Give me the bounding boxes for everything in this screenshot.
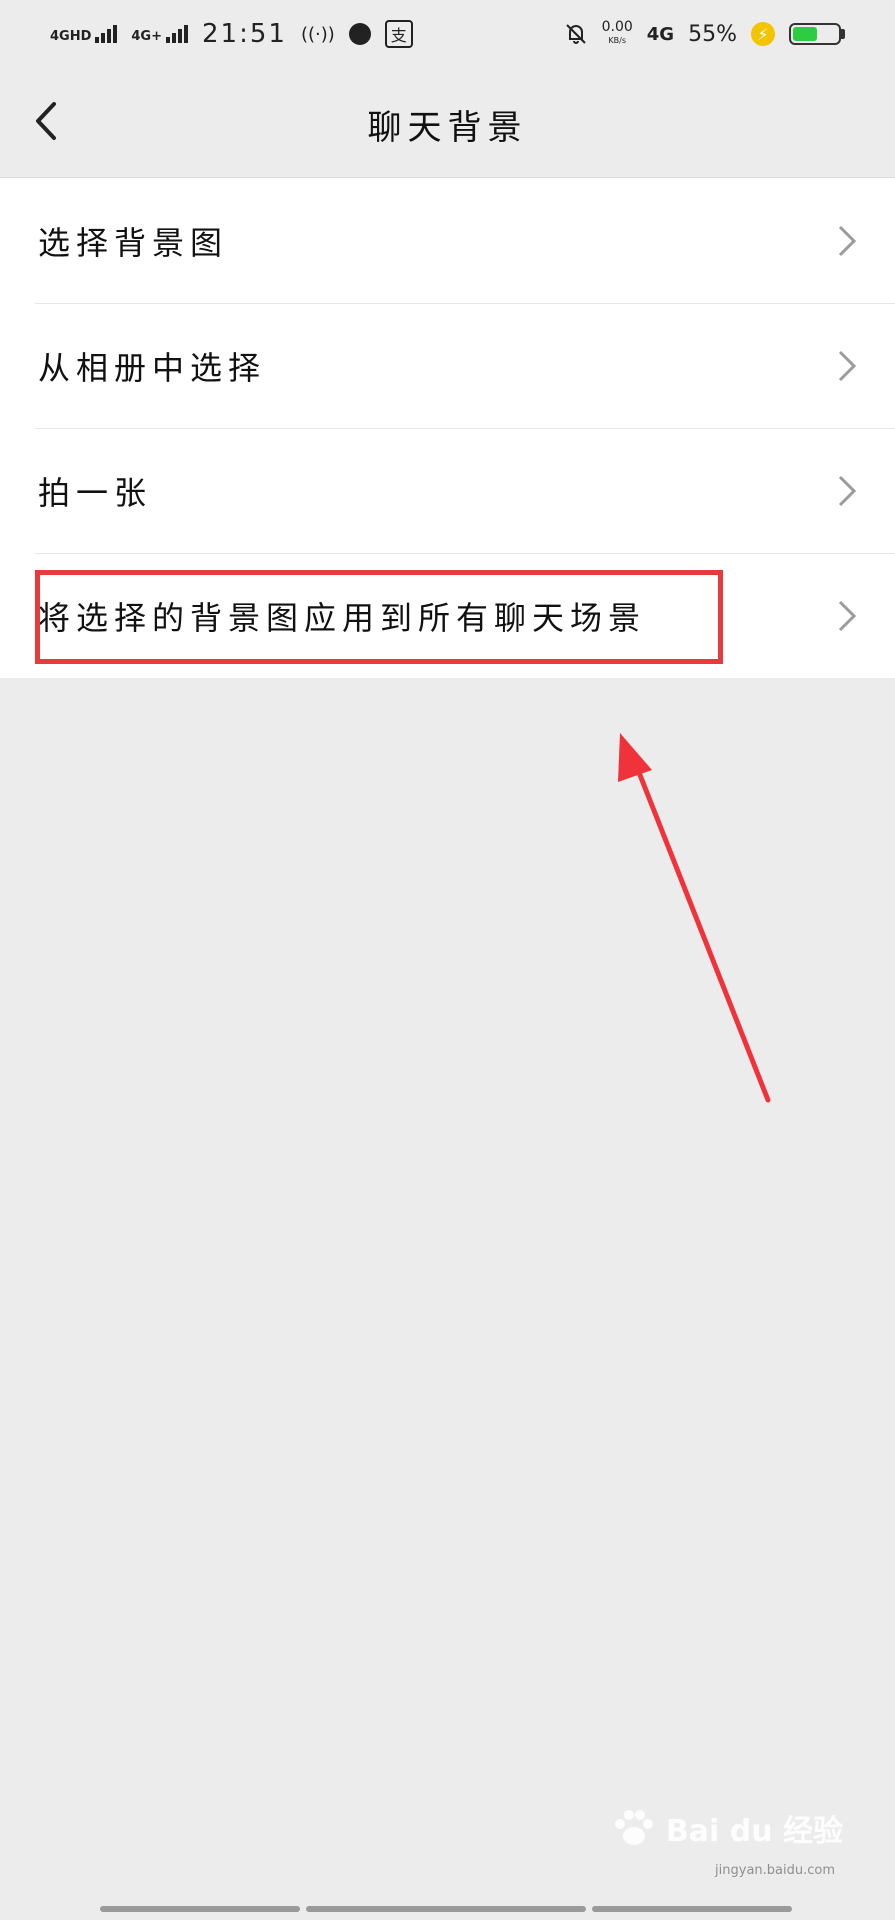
battery-icon [789,23,845,45]
status-bar-left: 4GHD 4G+ 21:51 ((·)) 支 [50,19,413,49]
net-speed-unit: KB/s [608,36,626,45]
nav-bar: 聊天背景 [0,68,895,178]
background-options-list: 选择背景图 从相册中选择 拍一张 将选择的背景图应用到所有聊天场景 [0,178,895,678]
chevron-right-icon [838,350,857,381]
sim1-signal: 4GHD [50,25,118,44]
apply-to-all-chats-item[interactable]: 将选择的背景图应用到所有聊天场景 [0,553,895,678]
sim2-label: 4G+ [131,29,162,44]
chevron-right-icon [838,475,857,506]
net-speed: 0.00 KB/s [602,20,633,48]
chevron-right-icon [838,225,857,256]
signal-bars-icon [166,25,188,43]
menu-item-label: 将选择的背景图应用到所有聊天场景 [38,598,647,637]
globe-icon [348,23,371,45]
charging-bolt-icon: ⚡ [751,22,775,46]
watermark-text: Bai du 经验 [665,1814,843,1849]
chevron-right-icon [838,600,857,631]
menu-item-label: 选择背景图 [38,223,229,262]
page-title: 聊天背景 [367,108,528,148]
choose-background-image-item[interactable]: 选择背景图 [0,178,895,303]
battery-fill [793,27,818,41]
choose-from-album-item[interactable]: 从相册中选择 [0,303,895,428]
take-photo-item[interactable]: 拍一张 [0,428,895,553]
alarm-off-icon [565,24,586,44]
watermark-url: jingyan.baidu.com [715,1863,835,1878]
battery-percent: 55% [688,21,737,47]
baidu-watermark: Bai du 经验 [610,1806,843,1850]
sim1-label: 4GHD [50,29,92,44]
paw-logo-icon [614,1810,653,1845]
signal-bars-icon [95,25,118,43]
clock: 21:51 [202,19,287,49]
network-type: 4G [646,23,675,45]
net-speed-value: 0.00 [601,19,633,35]
menu-item-label: 从相册中选择 [38,348,267,387]
alipay-icon: 支 [384,20,413,48]
hotspot-icon: ((·)) [300,23,335,45]
home-indicator [100,1906,792,1912]
sim2-signal: 4G+ [131,25,188,43]
status-bar-right: 0.00 KB/s 4G 55% ⚡ [564,20,845,48]
menu-item-label: 拍一张 [38,473,153,512]
status-bar: 4GHD 4G+ 21:51 ((·)) 支 0.00 KB/s 4G 55% … [0,0,895,68]
